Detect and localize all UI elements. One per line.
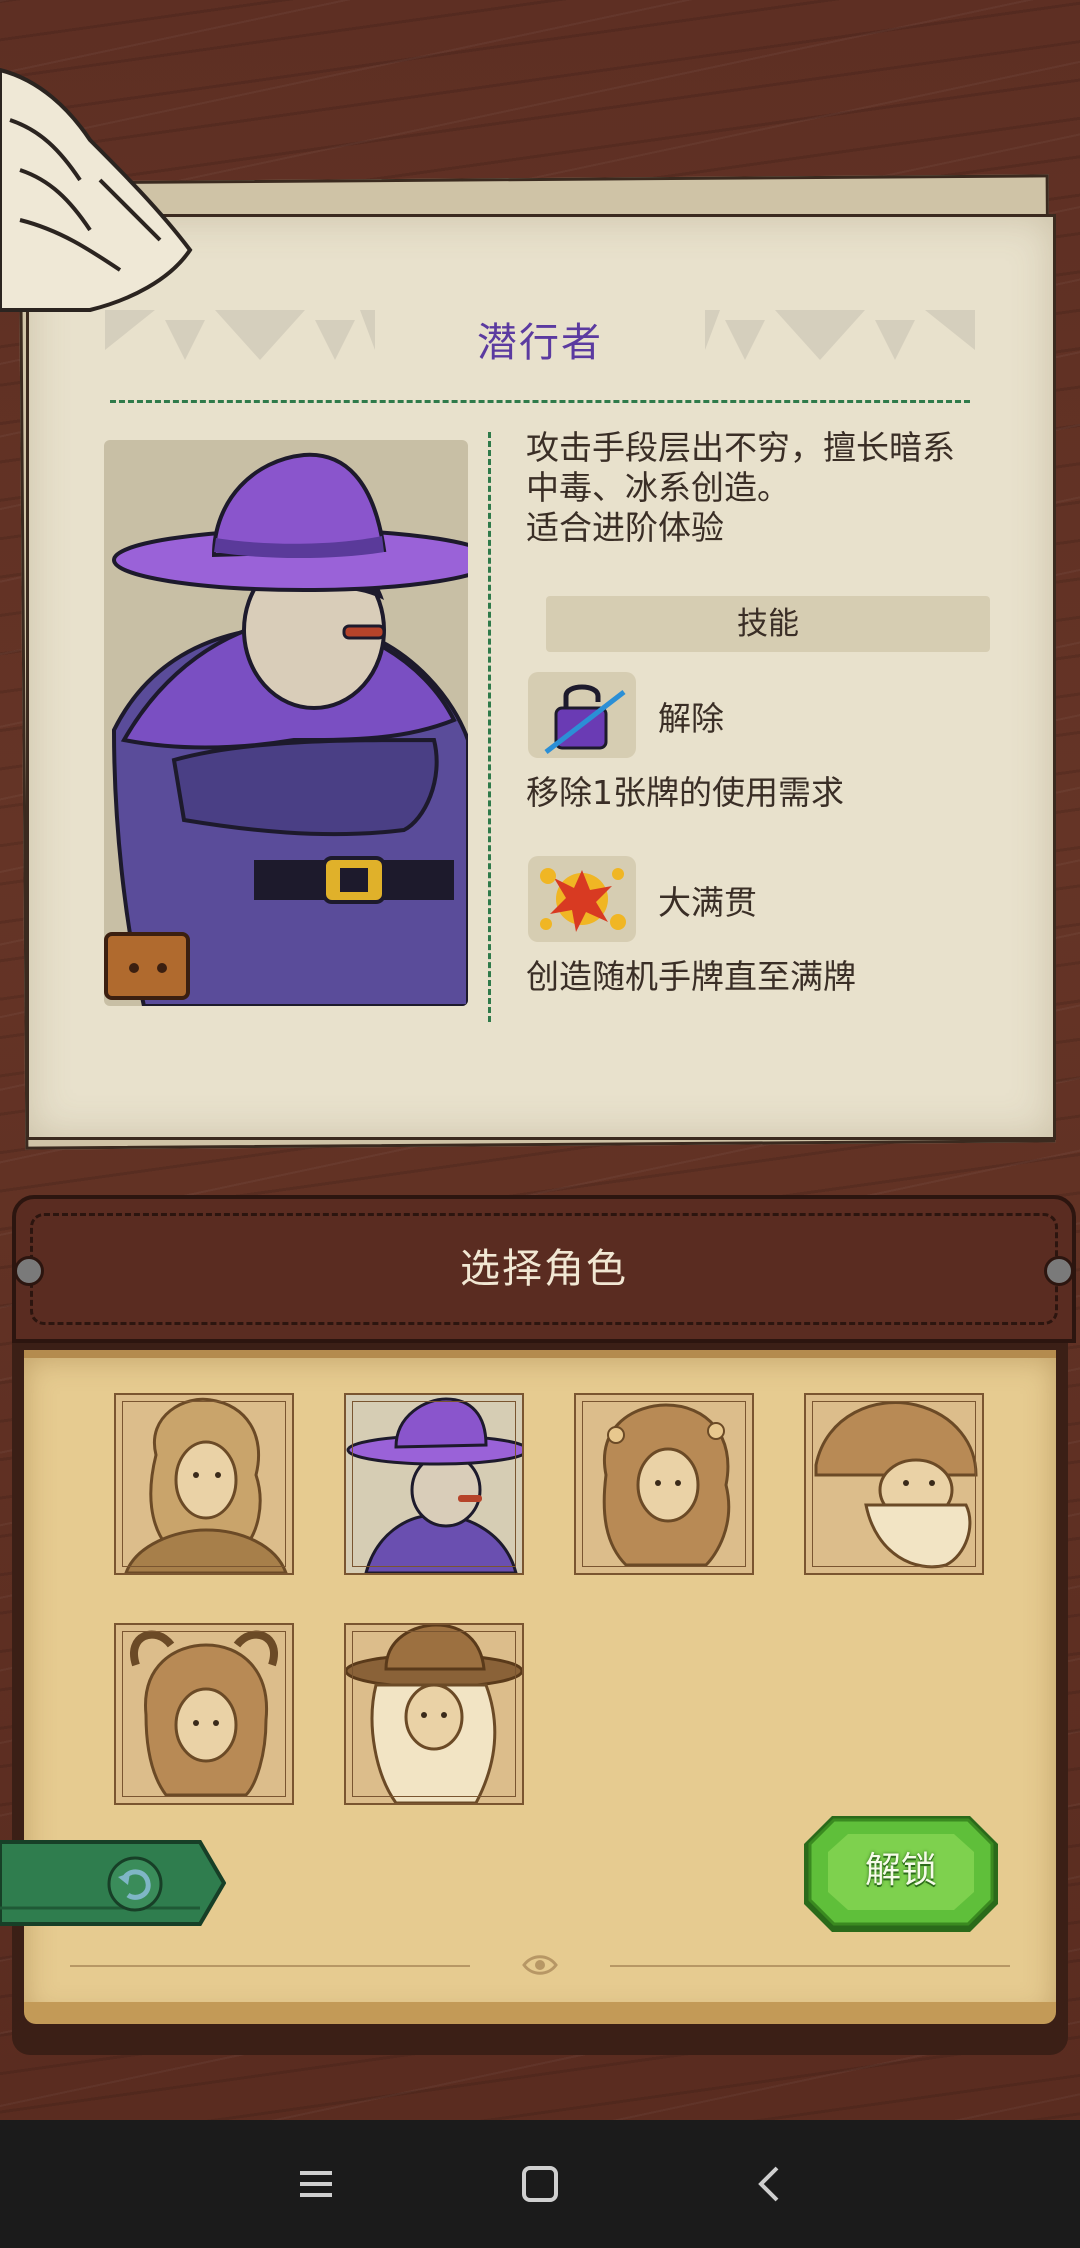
unlock-icon [528, 672, 636, 758]
sneaker-portrait[interactable] [344, 1393, 524, 1575]
description-line-2: 中毒、冰系创造。 [526, 468, 790, 507]
back-icon[interactable] [728, 2150, 808, 2218]
select-panel-header: 选择角色 [12, 1195, 1076, 1343]
unlock-button[interactable]: 解锁 [802, 1812, 1000, 1936]
skill-2-name: 大满贯 [658, 883, 757, 922]
skill-2-description: 创造随机手牌直至满牌 [526, 957, 856, 996]
bearded-dwarf-portrait[interactable] [804, 1393, 984, 1575]
title-divider [110, 400, 970, 403]
flower-girl-portrait[interactable] [574, 1393, 754, 1575]
long-hair-hero-portrait[interactable] [114, 1393, 294, 1575]
skill-1-description: 移除1张牌的使用需求 [526, 773, 844, 812]
description-line-1: 攻击手段层出不穷，擅长暗系 [526, 428, 955, 467]
unlock-label: 解锁 [864, 1850, 937, 1891]
title-decoration-left [105, 310, 375, 360]
skills-heading: 技能 [546, 596, 990, 652]
back-button[interactable] [0, 1838, 227, 1928]
skill-1-name: 解除 [658, 699, 724, 738]
description-line-3: 适合进阶体验 [526, 508, 724, 547]
skeleton-hand-decoration [0, 67, 193, 312]
title-decoration-right [705, 310, 975, 360]
page-footer-line-left [70, 1965, 470, 1967]
menu-icon[interactable] [276, 2150, 356, 2218]
select-panel-title: 选择角色 [460, 1246, 628, 1292]
page-edge [24, 2002, 1056, 2024]
card-vertical-divider [488, 432, 491, 1022]
character-description: 攻击手段层出不穷，擅长暗系 中毒、冰系创造。 适合进阶体验 [526, 428, 996, 548]
page-footer-line-right [610, 1965, 1010, 1967]
eye-icon [522, 1955, 558, 1975]
character-portrait [104, 440, 468, 1006]
system-navigation-bar [0, 2120, 1080, 2248]
horned-girl-portrait[interactable] [114, 1623, 294, 1805]
character-name: 潜行者 [477, 320, 603, 366]
witch-portrait[interactable] [344, 1623, 524, 1805]
home-icon[interactable] [500, 2150, 580, 2218]
explosion-icon [528, 856, 636, 942]
back-arrow-icon [107, 1856, 163, 1912]
